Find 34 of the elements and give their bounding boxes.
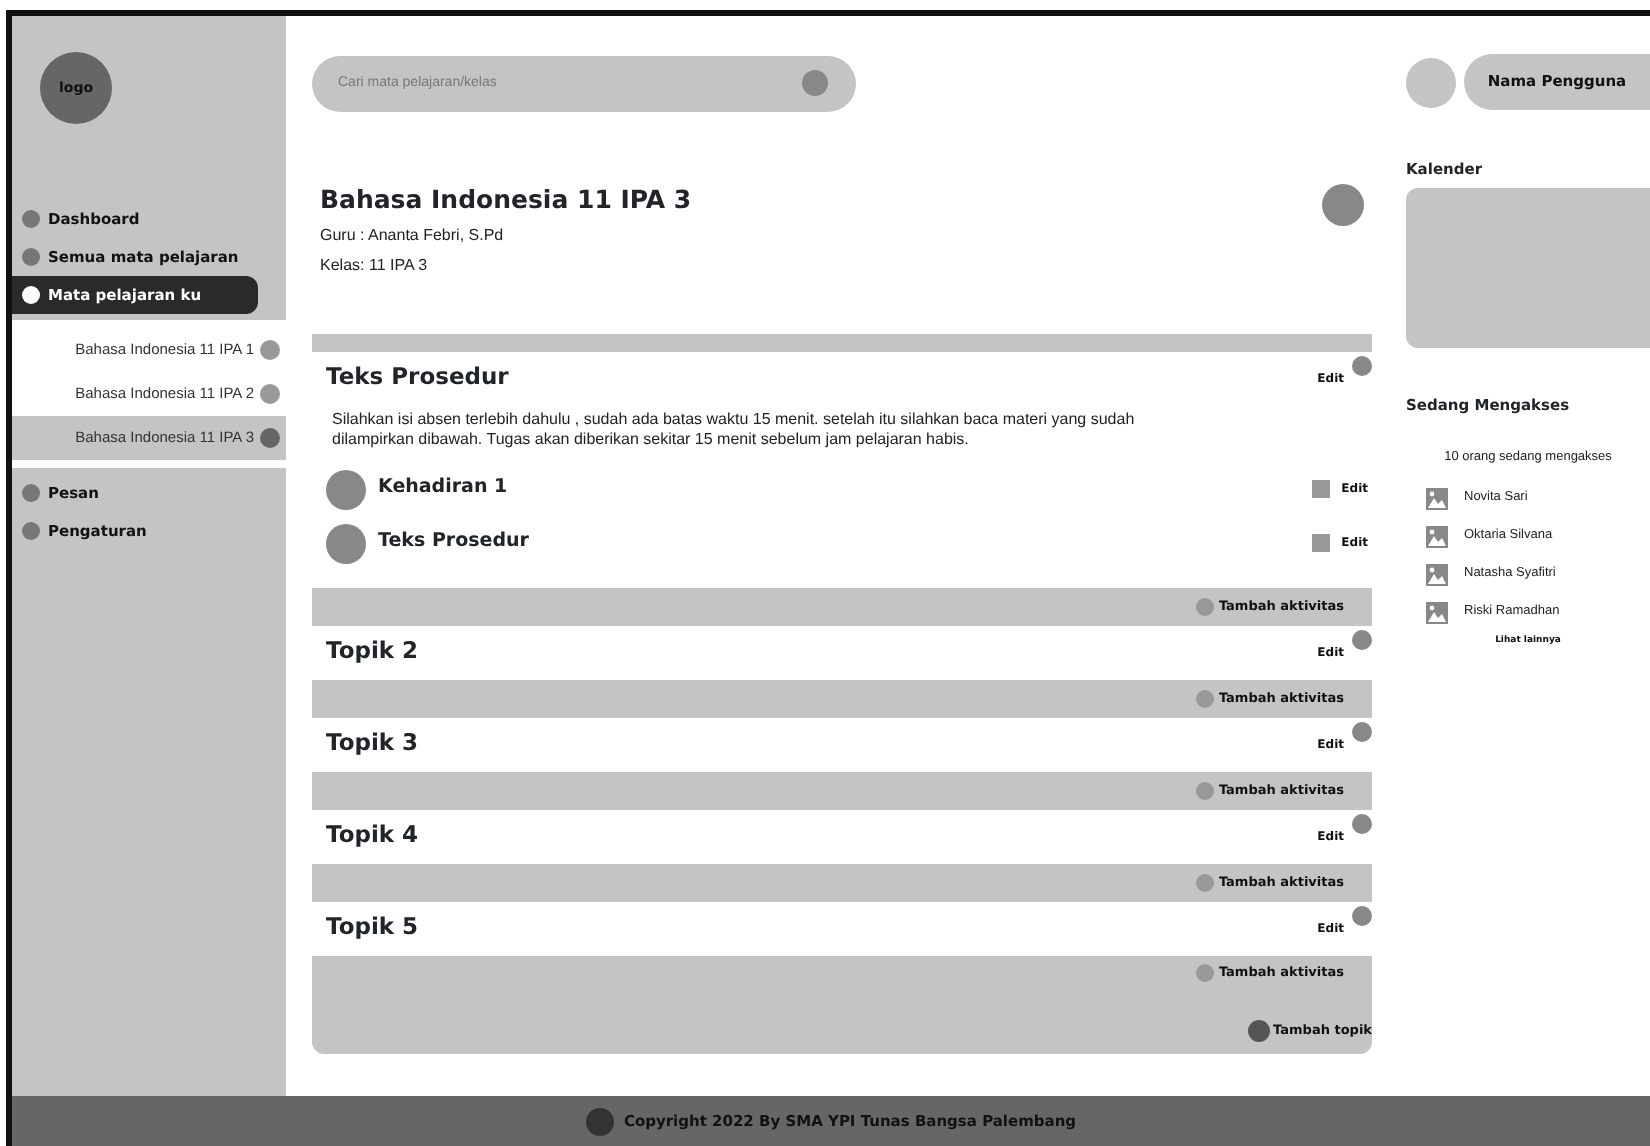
topic-description: Silahkan isi absen terlebih dahulu , sudah ada batas waktu 15 menit. setelah itu silahkan baca materi yang sudah dilampirkan dibawah. Tugas akan diberikan sekitar 15 menit sebelum jam pelajaran habis. xyxy=(332,410,1137,450)
topic-title: Topik 2 xyxy=(326,638,419,668)
bullet-icon xyxy=(22,522,40,540)
teacher-text: Guru : Ananta Febri, S.Pd xyxy=(320,224,506,248)
class-text: Kelas: 11 IPA 3 xyxy=(320,254,430,278)
topic-title: Topik 3 xyxy=(326,730,419,760)
activity-icon xyxy=(326,469,366,509)
bullet-icon xyxy=(22,210,40,228)
topic-title: Topik 5 xyxy=(326,914,419,944)
options-icon[interactable] xyxy=(1352,906,1372,926)
bullet-icon xyxy=(22,484,40,502)
image-icon xyxy=(1426,601,1448,624)
image-icon xyxy=(1426,525,1448,548)
footer-logo-icon xyxy=(585,1107,614,1135)
options-icon[interactable] xyxy=(1352,356,1372,376)
bullet-icon xyxy=(260,428,280,448)
bullet-icon xyxy=(260,384,280,404)
activity-title[interactable]: Teks Prosedur xyxy=(378,528,1300,558)
checkbox-icon[interactable] xyxy=(1311,480,1330,498)
activity-icon xyxy=(326,523,366,563)
course-title: Bahasa Indonesia 11 IPA 3 xyxy=(320,184,692,214)
bullet-icon xyxy=(22,286,40,304)
activity-title[interactable]: Kehadiran 1 xyxy=(378,474,1300,504)
bullet-icon xyxy=(260,340,280,360)
topic-title: Topik 4 xyxy=(326,822,419,852)
topic-title: Teks Prosedur xyxy=(326,364,509,394)
options-icon[interactable] xyxy=(1352,630,1372,650)
checkbox-icon[interactable] xyxy=(1311,534,1330,552)
options-icon[interactable] xyxy=(1352,722,1372,742)
bullet-icon xyxy=(22,248,40,266)
course-icon[interactable] xyxy=(1322,184,1364,226)
image-icon xyxy=(1426,563,1448,586)
image-icon xyxy=(1426,487,1448,510)
options-icon[interactable] xyxy=(1352,814,1372,834)
